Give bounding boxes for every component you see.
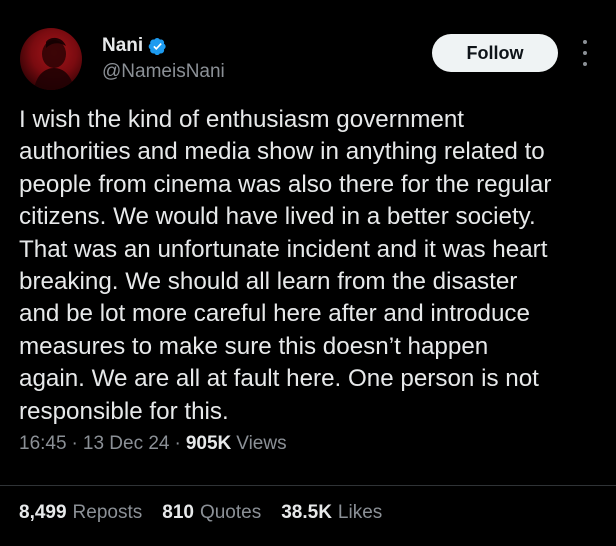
reposts-count: 8,499 [19, 502, 67, 523]
divider [0, 485, 616, 486]
views-label: Views [236, 433, 287, 454]
tweet-header: Nani @NameisNani Follow [20, 28, 600, 90]
tweet-date[interactable]: 13 Dec 24 [83, 433, 170, 455]
tweet-text: I wish the kind of enthusiasm government… [19, 106, 552, 425]
quotes-label: Quotes [199, 502, 262, 523]
more-dot [583, 40, 587, 44]
likes-label: Likes [337, 502, 383, 523]
meta-separator: · [174, 433, 181, 454]
quotes-count: 810 [162, 502, 194, 523]
verified-badge-icon [148, 37, 166, 55]
likes-stat[interactable]: 38.5K Likes [281, 502, 382, 524]
author-display-name[interactable]: Nani [102, 35, 143, 57]
tweet-time[interactable]: 16:45 [19, 433, 67, 455]
more-dot [583, 62, 587, 66]
likes-count: 38.5K [281, 502, 332, 523]
tweet-card: Nani @NameisNani Follow I wish the kind … [0, 0, 616, 546]
tweet-meta: 16:45 · 13 Dec 24 · 905K Views [19, 433, 287, 455]
avatar-portrait-icon [34, 37, 74, 90]
reposts-label: Reposts [72, 502, 143, 523]
author-handle[interactable]: @NameisNani [102, 61, 225, 83]
display-name-row: Nani [102, 34, 225, 58]
quotes-stat[interactable]: 810 Quotes [162, 502, 261, 524]
avatar[interactable] [20, 28, 82, 90]
author-names: Nani @NameisNani [102, 34, 225, 83]
follow-button[interactable]: Follow [432, 34, 558, 72]
more-options-icon[interactable] [576, 40, 594, 66]
more-dot [583, 51, 587, 55]
reposts-stat[interactable]: 8,499 Reposts [19, 502, 142, 524]
meta-separator: · [71, 433, 78, 454]
tweet-stats: 8,499 Reposts 810 Quotes 38.5K Likes [19, 502, 402, 524]
views-count[interactable]: 905K [186, 433, 231, 455]
